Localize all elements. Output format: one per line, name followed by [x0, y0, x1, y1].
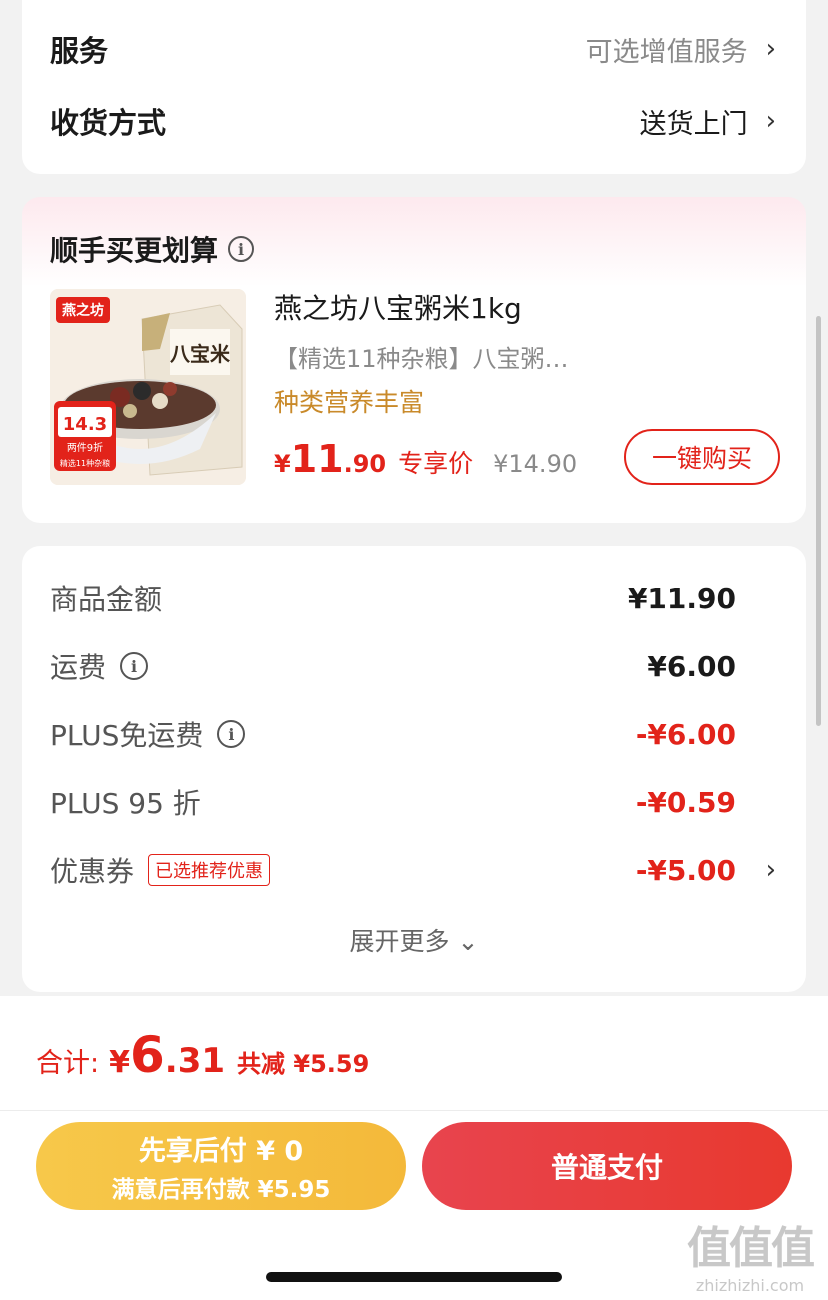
- addon-title-text: 顺手买更划算: [50, 234, 219, 267]
- pay-later-line2: 满意后再付款 ¥5.95: [111, 1176, 331, 1203]
- pay-now-button[interactable]: 普通支付: [422, 1122, 792, 1210]
- service-value: 可选增值服务: [585, 36, 748, 68]
- one-click-buy-button[interactable]: 一键购买: [624, 429, 780, 485]
- chevron-right-icon: ›: [765, 106, 776, 136]
- fee-value: -¥0.59: [635, 785, 736, 819]
- price-decimal: .90: [343, 450, 387, 478]
- fee-row-plus-free-shipping: PLUS免运费 i -¥6.00: [50, 714, 776, 754]
- price-label: 专享价: [398, 449, 474, 478]
- product-price: ¥ 11 .90 专享价 ¥14.90: [274, 437, 577, 481]
- fee-value: -¥6.00: [635, 717, 736, 751]
- delivery-row[interactable]: 收货方式 送货上门 ›: [50, 100, 776, 142]
- service-card: 服务 可选增值服务 › 收货方式 送货上门 ›: [22, 0, 806, 174]
- image-footer: 精选11种杂粮: [60, 458, 110, 468]
- product-thumbnail[interactable]: 八宝米 燕之坊 14.3 两件9折 精选11种杂粮: [50, 289, 246, 485]
- addon-card: 顺手买更划算 i 八宝米 燕之坊 14.3 两件9折 精选11种杂粮 燕之坊八宝…: [22, 197, 806, 523]
- fee-row-goods: 商品金额 ¥11.90: [50, 578, 776, 618]
- image-brand: 燕之坊: [62, 302, 104, 319]
- coupon-tag: 已选推荐优惠: [148, 854, 271, 886]
- image-promo: 两件9折: [67, 441, 103, 454]
- chevron-right-icon: ›: [765, 855, 776, 885]
- fee-label: 运费: [50, 651, 107, 684]
- order-total: 合计: ¥ 6 .31 共减 ¥5.59: [36, 1026, 369, 1084]
- fee-value: -¥5.00: [635, 853, 736, 887]
- total-label: 合计:: [36, 1048, 100, 1079]
- pay-later-button[interactable]: 先享后付 ¥ 0 满意后再付款 ¥5.95: [36, 1122, 406, 1210]
- delivery-value: 送货上门: [639, 108, 748, 140]
- watermark-site: zhizhizhi.com: [695, 1276, 805, 1295]
- price-integer: 11: [290, 437, 344, 481]
- product-description: 【精选11种杂粮】八宝粥…: [274, 345, 569, 373]
- fee-breakdown-card: 商品金额 ¥11.90 运费 i ¥6.00 PLUS免运费 i -¥6.00 …: [22, 546, 806, 992]
- total-integer: 6: [129, 1026, 165, 1084]
- delivery-label: 收货方式: [50, 106, 167, 140]
- checkout-bar: 合计: ¥ 6 .31 共减 ¥5.59 先享后付 ¥ 0 满意后再付款 ¥5.…: [0, 996, 828, 1300]
- service-label: 服务: [50, 34, 109, 68]
- fee-row-plus-discount: PLUS 95 折 -¥0.59: [50, 782, 776, 822]
- product-image: 八宝米 燕之坊 14.3 两件9折 精选11种杂粮: [50, 289, 246, 485]
- original-price: ¥14.90: [493, 450, 578, 478]
- addon-title: 顺手买更划算 i: [50, 229, 255, 269]
- service-row[interactable]: 服务 可选增值服务 ›: [50, 28, 776, 70]
- fee-label: 优惠券: [50, 855, 135, 888]
- image-title: 八宝米: [170, 342, 231, 366]
- info-icon[interactable]: i: [120, 652, 149, 680]
- fee-label: 商品金额: [50, 583, 163, 616]
- fee-value: ¥6.00: [647, 649, 736, 683]
- fee-value: ¥11.90: [627, 581, 736, 615]
- chevron-right-icon: ›: [765, 34, 776, 64]
- info-icon[interactable]: i: [217, 720, 246, 748]
- fee-row-coupon[interactable]: 优惠券 已选推荐优惠 -¥5.00 ›: [50, 850, 776, 890]
- watermark: 值值值 zhizhizhi.com: [676, 1212, 824, 1295]
- divider: [0, 1110, 828, 1111]
- expand-more-button[interactable]: 展开更多 ⌄: [22, 922, 806, 958]
- pay-later-line1: 先享后付 ¥ 0: [138, 1135, 304, 1167]
- total-decimal: .31: [164, 1041, 226, 1081]
- fee-label: PLUS免运费: [50, 719, 204, 752]
- scrollbar[interactable]: [816, 316, 821, 726]
- fee-row-shipping: 运费 i ¥6.00: [50, 646, 776, 686]
- price-symbol: ¥: [274, 450, 291, 478]
- info-icon[interactable]: i: [228, 236, 255, 262]
- product-name[interactable]: 燕之坊八宝粥米1kg: [274, 287, 522, 327]
- total-saved: 共减 ¥5.59: [237, 1050, 370, 1078]
- fee-label: PLUS 95 折: [50, 787, 201, 820]
- watermark-logo: 值值值: [687, 1223, 815, 1274]
- product-tag: 种类营养丰富: [274, 388, 425, 417]
- home-indicator[interactable]: [266, 1272, 562, 1282]
- total-symbol: ¥: [109, 1045, 130, 1080]
- image-price: 14.3: [63, 414, 107, 435]
